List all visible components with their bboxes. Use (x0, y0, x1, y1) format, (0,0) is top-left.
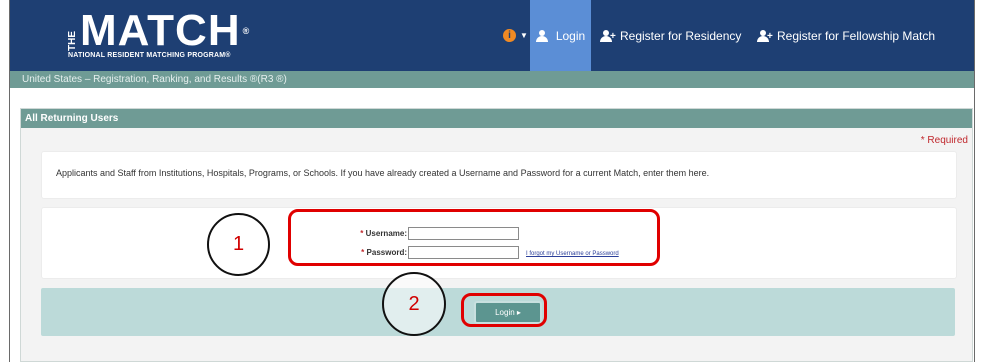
highlight-credentials-box (288, 209, 660, 266)
step-2-number: 2 (408, 292, 420, 315)
info-icon: i (503, 29, 516, 42)
nav-register-residency-label: Register for Residency (620, 28, 742, 43)
subtitle-bar: United States – Registration, Ranking, a… (10, 71, 974, 88)
logo-subtitle: NATIONAL RESIDENT MATCHING PROGRAM® (68, 52, 231, 59)
add-user-icon: + (600, 29, 616, 42)
step-1-number: 1 (232, 233, 245, 255)
panel-title: All Returning Users (21, 109, 972, 128)
nav-register-fellowship[interactable]: + Register for Fellowship Match (757, 0, 935, 71)
logo-the-text: THE (67, 31, 78, 51)
required-note: * Required (920, 135, 968, 146)
nav-login-label: Login (555, 28, 586, 43)
add-user-icon: + (757, 29, 773, 42)
instructions-card: Applicants and Staff from Institutions, … (41, 151, 957, 199)
nav-register-fellowship-label: Register for Fellowship Match (777, 28, 936, 43)
nav-login[interactable]: Login (530, 0, 591, 71)
step-2-callout: 2 (382, 272, 446, 336)
users-icon (535, 29, 552, 42)
caret-down-icon: ▼ (520, 31, 528, 40)
match-logo[interactable]: THE MATCH ® NATIONAL RESIDENT MATCHING P… (67, 6, 251, 60)
logo-registered-mark: ® (242, 26, 251, 36)
instructions-text: Applicants and Staff from Institutions, … (56, 168, 710, 178)
info-menu-toggle[interactable]: i ▼ (503, 0, 528, 71)
highlight-login-button-box (461, 293, 547, 327)
logo-match-text: MATCH (80, 6, 241, 55)
step-1-callout: 1 (207, 213, 270, 276)
page-frame: THE MATCH ® NATIONAL RESIDENT MATCHING P… (9, 0, 975, 362)
top-navbar: THE MATCH ® NATIONAL RESIDENT MATCHING P… (10, 0, 974, 71)
nav-register-residency[interactable]: + Register for Residency (600, 0, 741, 71)
